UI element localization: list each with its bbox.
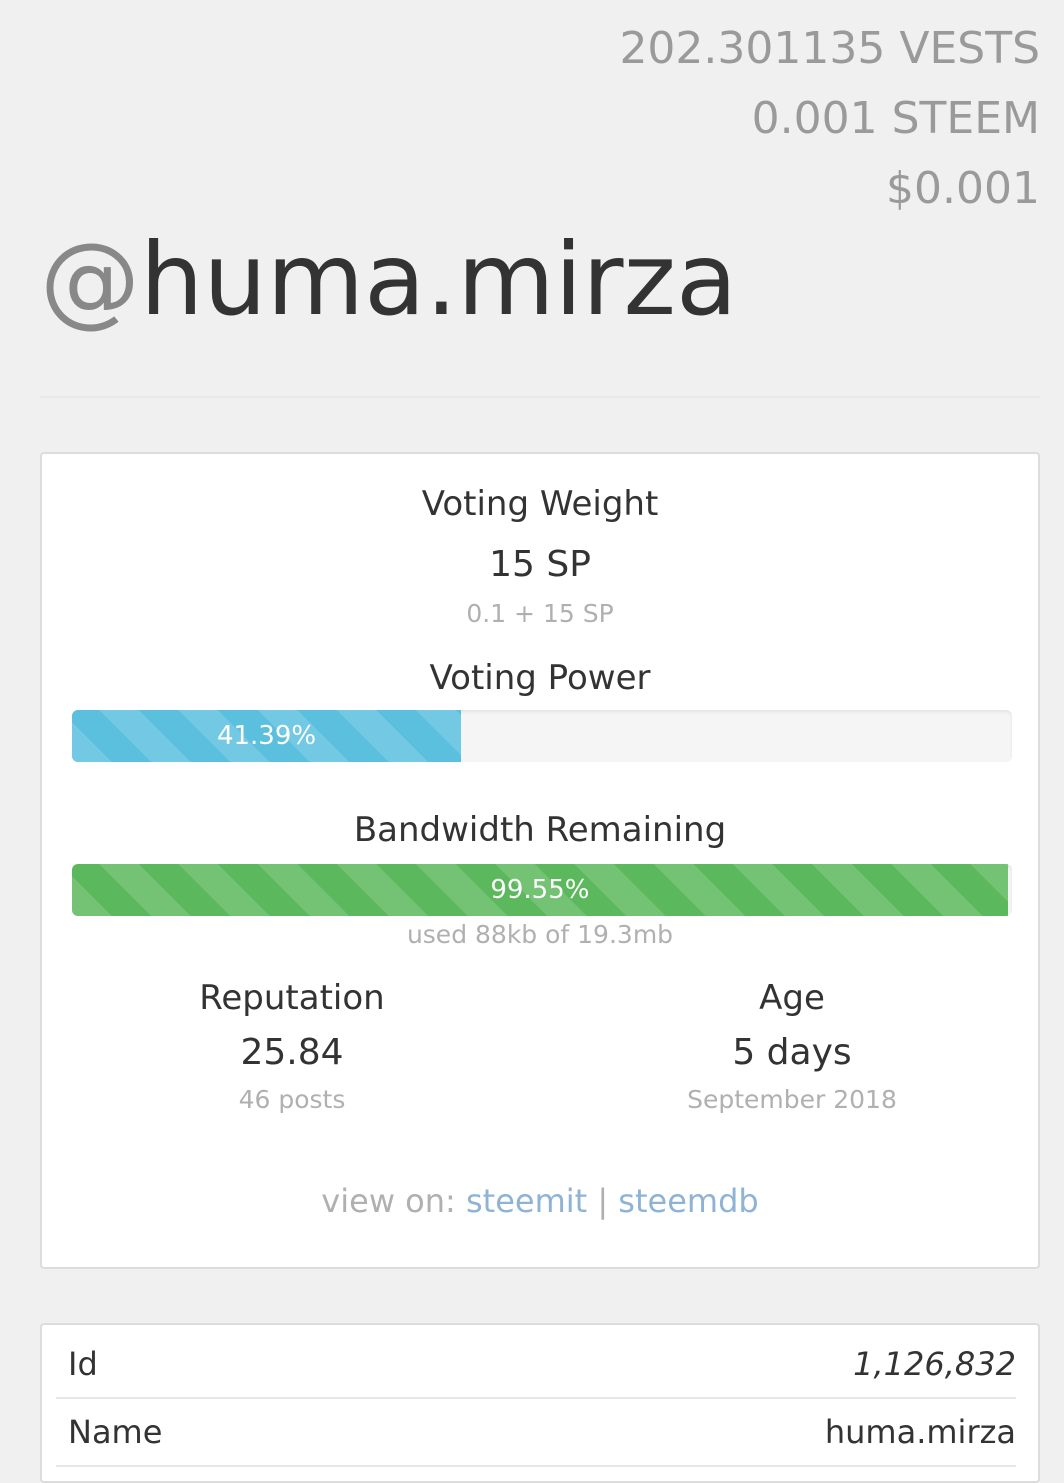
account-stats-card: Voting Weight 15 SP 0.1 + 15 SP Voting P… [40, 452, 1040, 1269]
view-on-links: view on: steemit | steemdb [42, 1182, 1038, 1220]
bandwidth-percent: 99.55% [490, 875, 590, 905]
steem-balance: 0.001 STEEM [751, 93, 1040, 144]
divider [40, 396, 1040, 398]
reputation-block: Reputation 25.84 46 posts [42, 978, 542, 1114]
account-properties-card: Id 1,126,832 Name huma.mirza [40, 1323, 1040, 1483]
vests-balance: 202.301135 VESTS [619, 23, 1040, 74]
post-count: 46 posts [238, 1085, 346, 1114]
property-row-name: Name huma.mirza [56, 1399, 1016, 1467]
property-key: Name [68, 1413, 163, 1451]
account-username: @huma.mirza [40, 215, 737, 345]
voting-weight-value: 15 SP [489, 544, 591, 585]
property-row-id: Id 1,126,832 [56, 1331, 1016, 1399]
bandwidth-label: Bandwidth Remaining [353, 810, 727, 850]
bandwidth-fill: 99.55% [72, 864, 1008, 916]
property-value: huma.mirza [824, 1413, 1016, 1451]
voting-weight-label: Voting Weight [421, 484, 659, 524]
steemdb-link[interactable]: steemdb [618, 1182, 758, 1220]
age-block: Age 5 days September 2018 [542, 978, 1042, 1114]
property-value: 1,126,832 [853, 1345, 1016, 1383]
view-on-label: view on: [321, 1182, 456, 1220]
account-name: huma.mirza [140, 221, 738, 338]
balances: 202.301135 VESTS 0.001 STEEM $0.001 [619, 14, 1040, 224]
voting-power-bar: 41.39% [72, 710, 1012, 762]
reputation-label: Reputation [199, 978, 385, 1018]
voting-power-percent: 41.39% [216, 721, 317, 751]
at-symbol: @ [40, 221, 140, 338]
age-label: Age [759, 978, 825, 1018]
reputation-value: 25.84 [240, 1032, 344, 1073]
age-value: 5 days [732, 1032, 852, 1073]
voting-weight-detail: 0.1 + 15 SP [466, 599, 614, 628]
age-detail: September 2018 [687, 1085, 897, 1114]
property-key: Id [68, 1345, 98, 1383]
usd-balance: $0.001 [886, 163, 1040, 214]
link-separator: | [597, 1182, 609, 1220]
voting-power-label: Voting Power [429, 658, 651, 698]
bandwidth-bar: 99.55% [72, 864, 1012, 916]
steemit-link[interactable]: steemit [466, 1182, 587, 1220]
bandwidth-detail: used 88kb of 19.3mb [406, 920, 674, 949]
voting-power-fill: 41.39% [72, 710, 462, 762]
